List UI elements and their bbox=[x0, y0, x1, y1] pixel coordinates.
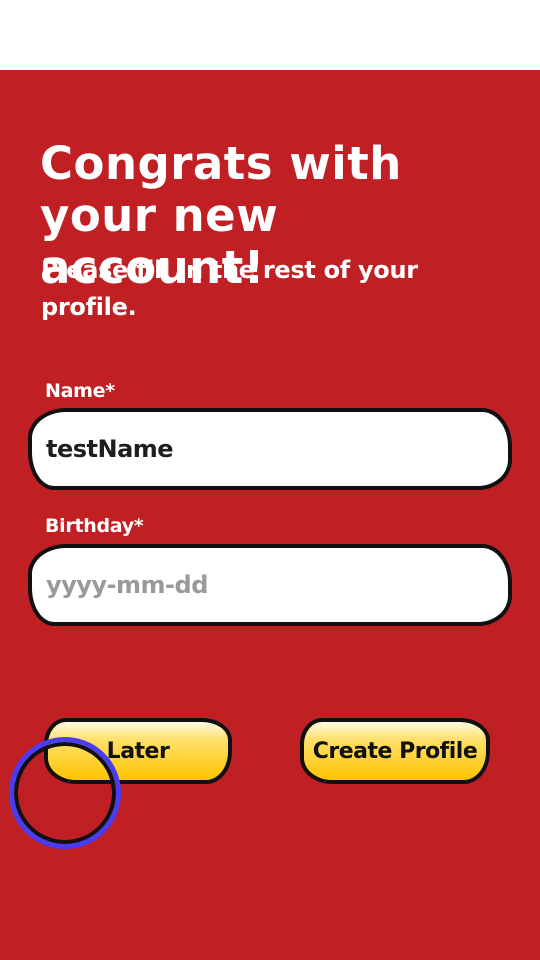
create-profile-button[interactable]: Create Profile bbox=[300, 718, 490, 784]
touch-indicator bbox=[9, 737, 121, 849]
name-input[interactable]: testName bbox=[28, 408, 512, 490]
name-label: Name* bbox=[45, 380, 115, 402]
page-subtitle: Please fill in the rest of your profile. bbox=[41, 256, 418, 321]
top-bar bbox=[0, 0, 540, 70]
birthday-label: Birthday* bbox=[45, 515, 144, 537]
birthday-input[interactable]: yyyy-mm-dd bbox=[28, 544, 512, 626]
